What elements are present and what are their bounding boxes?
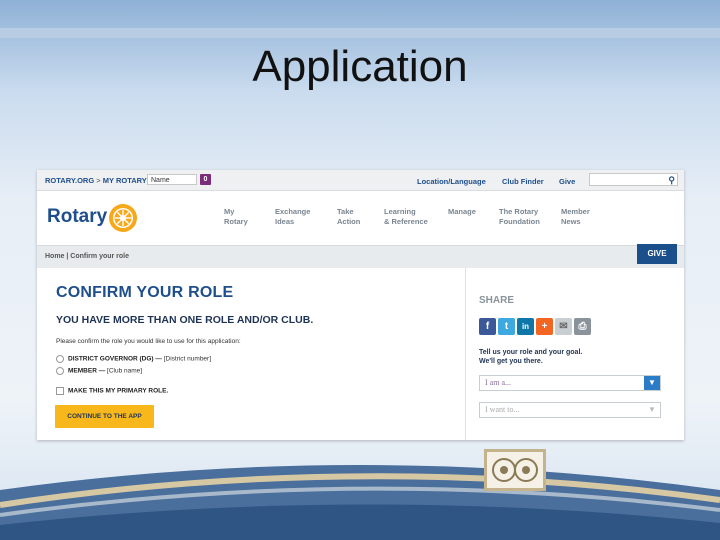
chevron-down-icon[interactable]: ▼ <box>644 403 660 417</box>
radio-button[interactable] <box>56 367 64 375</box>
primary-role-checkbox[interactable]: MAKE THIS MY PRIMARY ROLE. <box>56 387 168 395</box>
give-button[interactable]: GIVE <box>637 244 677 264</box>
nav-label: Action <box>337 217 361 226</box>
nav-label: Ideas <box>275 217 295 226</box>
nav-manage[interactable]: Manage <box>448 207 476 217</box>
nav-label: The Rotary <box>499 207 539 216</box>
site-header: Rotary My Rotary Exchange Ideas Take Action… <box>37 191 684 245</box>
email-icon[interactable]: ✉ <box>555 318 572 335</box>
nav-label: Learning <box>384 207 416 216</box>
browser-screenshot: ROTARY.ORG > MY ROTARY | Name 0 Location… <box>37 170 684 440</box>
role-select[interactable]: I am a... ▼ <box>479 375 661 391</box>
nav-label: Rotary <box>224 217 248 226</box>
option-detail: [Club name] <box>107 367 143 375</box>
breadcrumb-my-rotary[interactable]: MY ROTARY <box>103 176 147 185</box>
name-field[interactable]: Name <box>147 174 197 185</box>
page-subtitle: YOU HAVE MORE THAN ONE ROLE AND/OR CLUB. <box>56 314 314 326</box>
nav-learning-reference[interactable]: Learning & Reference <box>384 207 428 227</box>
twitter-icon[interactable]: t <box>498 318 515 335</box>
print-icon[interactable]: ⎙ <box>574 318 591 335</box>
prompt-line: We'll get you there. <box>479 358 543 365</box>
nav-label: Foundation <box>499 217 540 226</box>
breadcrumb-rotary-org[interactable]: ROTARY.ORG <box>45 176 94 185</box>
nav-label: & Reference <box>384 217 428 226</box>
rotary-emblem <box>484 449 546 491</box>
role-select-value: I am a... <box>485 378 511 387</box>
location-language-link[interactable]: Location/Language <box>417 177 486 186</box>
nav-label: Member <box>561 207 590 216</box>
facebook-icon[interactable]: f <box>479 318 496 335</box>
nav-my-rotary[interactable]: My Rotary <box>224 207 248 227</box>
search-icon[interactable]: ⚲ <box>668 175 675 186</box>
nav-label: News <box>561 217 581 226</box>
option-label: DISTRICT GOVERNOR (DG) — <box>68 355 162 363</box>
role-option-member[interactable]: MEMBER — [Club name] <box>56 367 142 375</box>
breadcrumb-separator: > <box>96 176 101 185</box>
club-finder-link[interactable]: Club Finder <box>502 177 544 186</box>
instructions-text: Please confirm the role you would like t… <box>56 338 241 345</box>
rotary-wheels-icon <box>492 458 538 482</box>
page-breadcrumb[interactable]: Home | Confirm your role <box>45 253 129 260</box>
prompt-line: Tell us your role and your goal. <box>479 349 583 356</box>
page-title: CONFIRM YOUR ROLE <box>56 284 234 301</box>
nav-label: Exchange <box>275 207 311 216</box>
checkbox-label: MAKE THIS MY PRIMARY ROLE. <box>68 387 169 395</box>
nav-exchange-ideas[interactable]: Exchange Ideas <box>275 207 310 227</box>
linkedin-icon[interactable]: in <box>517 318 534 335</box>
utility-bar: ROTARY.ORG > MY ROTARY | Name 0 Location… <box>37 170 684 191</box>
checkbox[interactable] <box>56 387 64 395</box>
role-goal-prompt: Tell us your role and your goal. We'll g… <box>479 348 582 366</box>
radio-button[interactable] <box>56 355 64 363</box>
continue-to-app-button[interactable]: CONTINUE TO THE APP <box>55 405 154 428</box>
share-icons: f t in + ✉ ⎙ <box>479 316 593 335</box>
notification-badge[interactable]: 0 <box>200 174 211 185</box>
search-input[interactable]: ⚲ <box>589 173 678 186</box>
rotary-logo-text[interactable]: Rotary <box>47 206 107 228</box>
share-heading: SHARE <box>479 295 515 306</box>
site-breadcrumb: ROTARY.ORG > MY ROTARY | <box>45 176 151 185</box>
confirm-role-panel: CONFIRM YOUR ROLE YOU HAVE MORE THAN ONE… <box>37 268 465 440</box>
plus-icon[interactable]: + <box>536 318 553 335</box>
chevron-down-icon[interactable]: ▼ <box>644 376 660 390</box>
nav-label: Manage <box>448 207 476 216</box>
goal-select[interactable]: I want to... ▼ <box>479 402 661 418</box>
slide-top-stripe <box>0 28 720 38</box>
nav-label: My <box>224 207 235 216</box>
option-label: MEMBER — <box>68 367 106 375</box>
nav-take-action[interactable]: Take Action <box>337 207 360 227</box>
give-link[interactable]: Give <box>559 177 575 186</box>
goal-select-value: I want to... <box>485 405 520 414</box>
page-breadcrumb-bar: Home | Confirm your role <box>37 245 684 268</box>
option-detail: [District number] <box>163 355 212 363</box>
share-sidebar: SHARE f t in + ✉ ⎙ Tell us your role and your… <box>479 268 679 440</box>
rotary-wheel-icon <box>109 204 137 232</box>
role-option-district-governor[interactable]: DISTRICT GOVERNOR (DG) — [District numbe… <box>56 355 211 363</box>
nav-rotary-foundation[interactable]: The Rotary Foundation <box>499 207 540 227</box>
nav-member-news[interactable]: Member News <box>561 207 590 227</box>
nav-label: Take <box>337 207 354 216</box>
slide-bottom-swoosh <box>0 465 720 540</box>
slide-title: Application <box>252 42 468 91</box>
column-divider <box>465 268 466 440</box>
